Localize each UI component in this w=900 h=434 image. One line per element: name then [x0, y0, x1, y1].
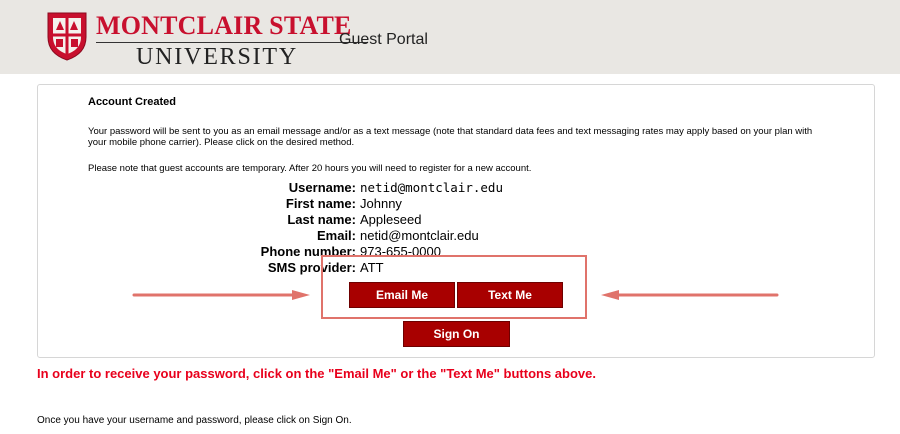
email-value: netid@montclair.edu	[360, 228, 479, 243]
account-created-card: Account Created Your password will be se…	[37, 84, 875, 358]
arrow-left-icon	[601, 290, 779, 300]
sign-on-button[interactable]: Sign On	[403, 321, 510, 347]
university-logo[interactable]: MONTCLAIR STATE UNIVERSITY	[46, 11, 368, 70]
email-row: Email: netid@montclair.edu	[38, 228, 874, 244]
logo-bottom-text: UNIVERSITY	[136, 44, 298, 70]
arrow-right-icon	[132, 290, 310, 300]
instruction-warning: In order to receive your password, click…	[37, 366, 596, 381]
logo-top-text: MONTCLAIR STATE	[96, 11, 352, 40]
username-label: Username:	[288, 180, 356, 195]
last-name-label: Last name:	[287, 212, 356, 227]
last-name-value: Appleseed	[360, 212, 422, 227]
card-title: Account Created	[88, 96, 177, 108]
first-name-row: First name: Johnny	[38, 196, 874, 212]
logo-divider	[96, 42, 368, 43]
password-delivery-text: Your password will be sent to you as an …	[88, 126, 813, 148]
username-value: netid@montclair.edu	[360, 180, 503, 195]
text-me-button[interactable]: Text Me	[457, 282, 563, 308]
university-crest-icon	[47, 12, 87, 61]
username-row: Username: netid@montclair.edu	[38, 180, 874, 196]
portal-title: Guest Portal	[339, 31, 428, 48]
first-name-value: Johnny	[360, 196, 402, 211]
first-name-label: First name:	[285, 196, 356, 211]
header: MONTCLAIR STATE UNIVERSITY Guest Portal	[0, 0, 900, 74]
email-label: Email:	[316, 228, 356, 243]
last-name-row: Last name: Appleseed	[38, 212, 874, 228]
temporary-account-text: Please note that guest accounts are temp…	[88, 163, 532, 174]
email-me-button[interactable]: Email Me	[349, 282, 455, 308]
sign-on-instructions: Once you have your username and password…	[37, 415, 352, 426]
